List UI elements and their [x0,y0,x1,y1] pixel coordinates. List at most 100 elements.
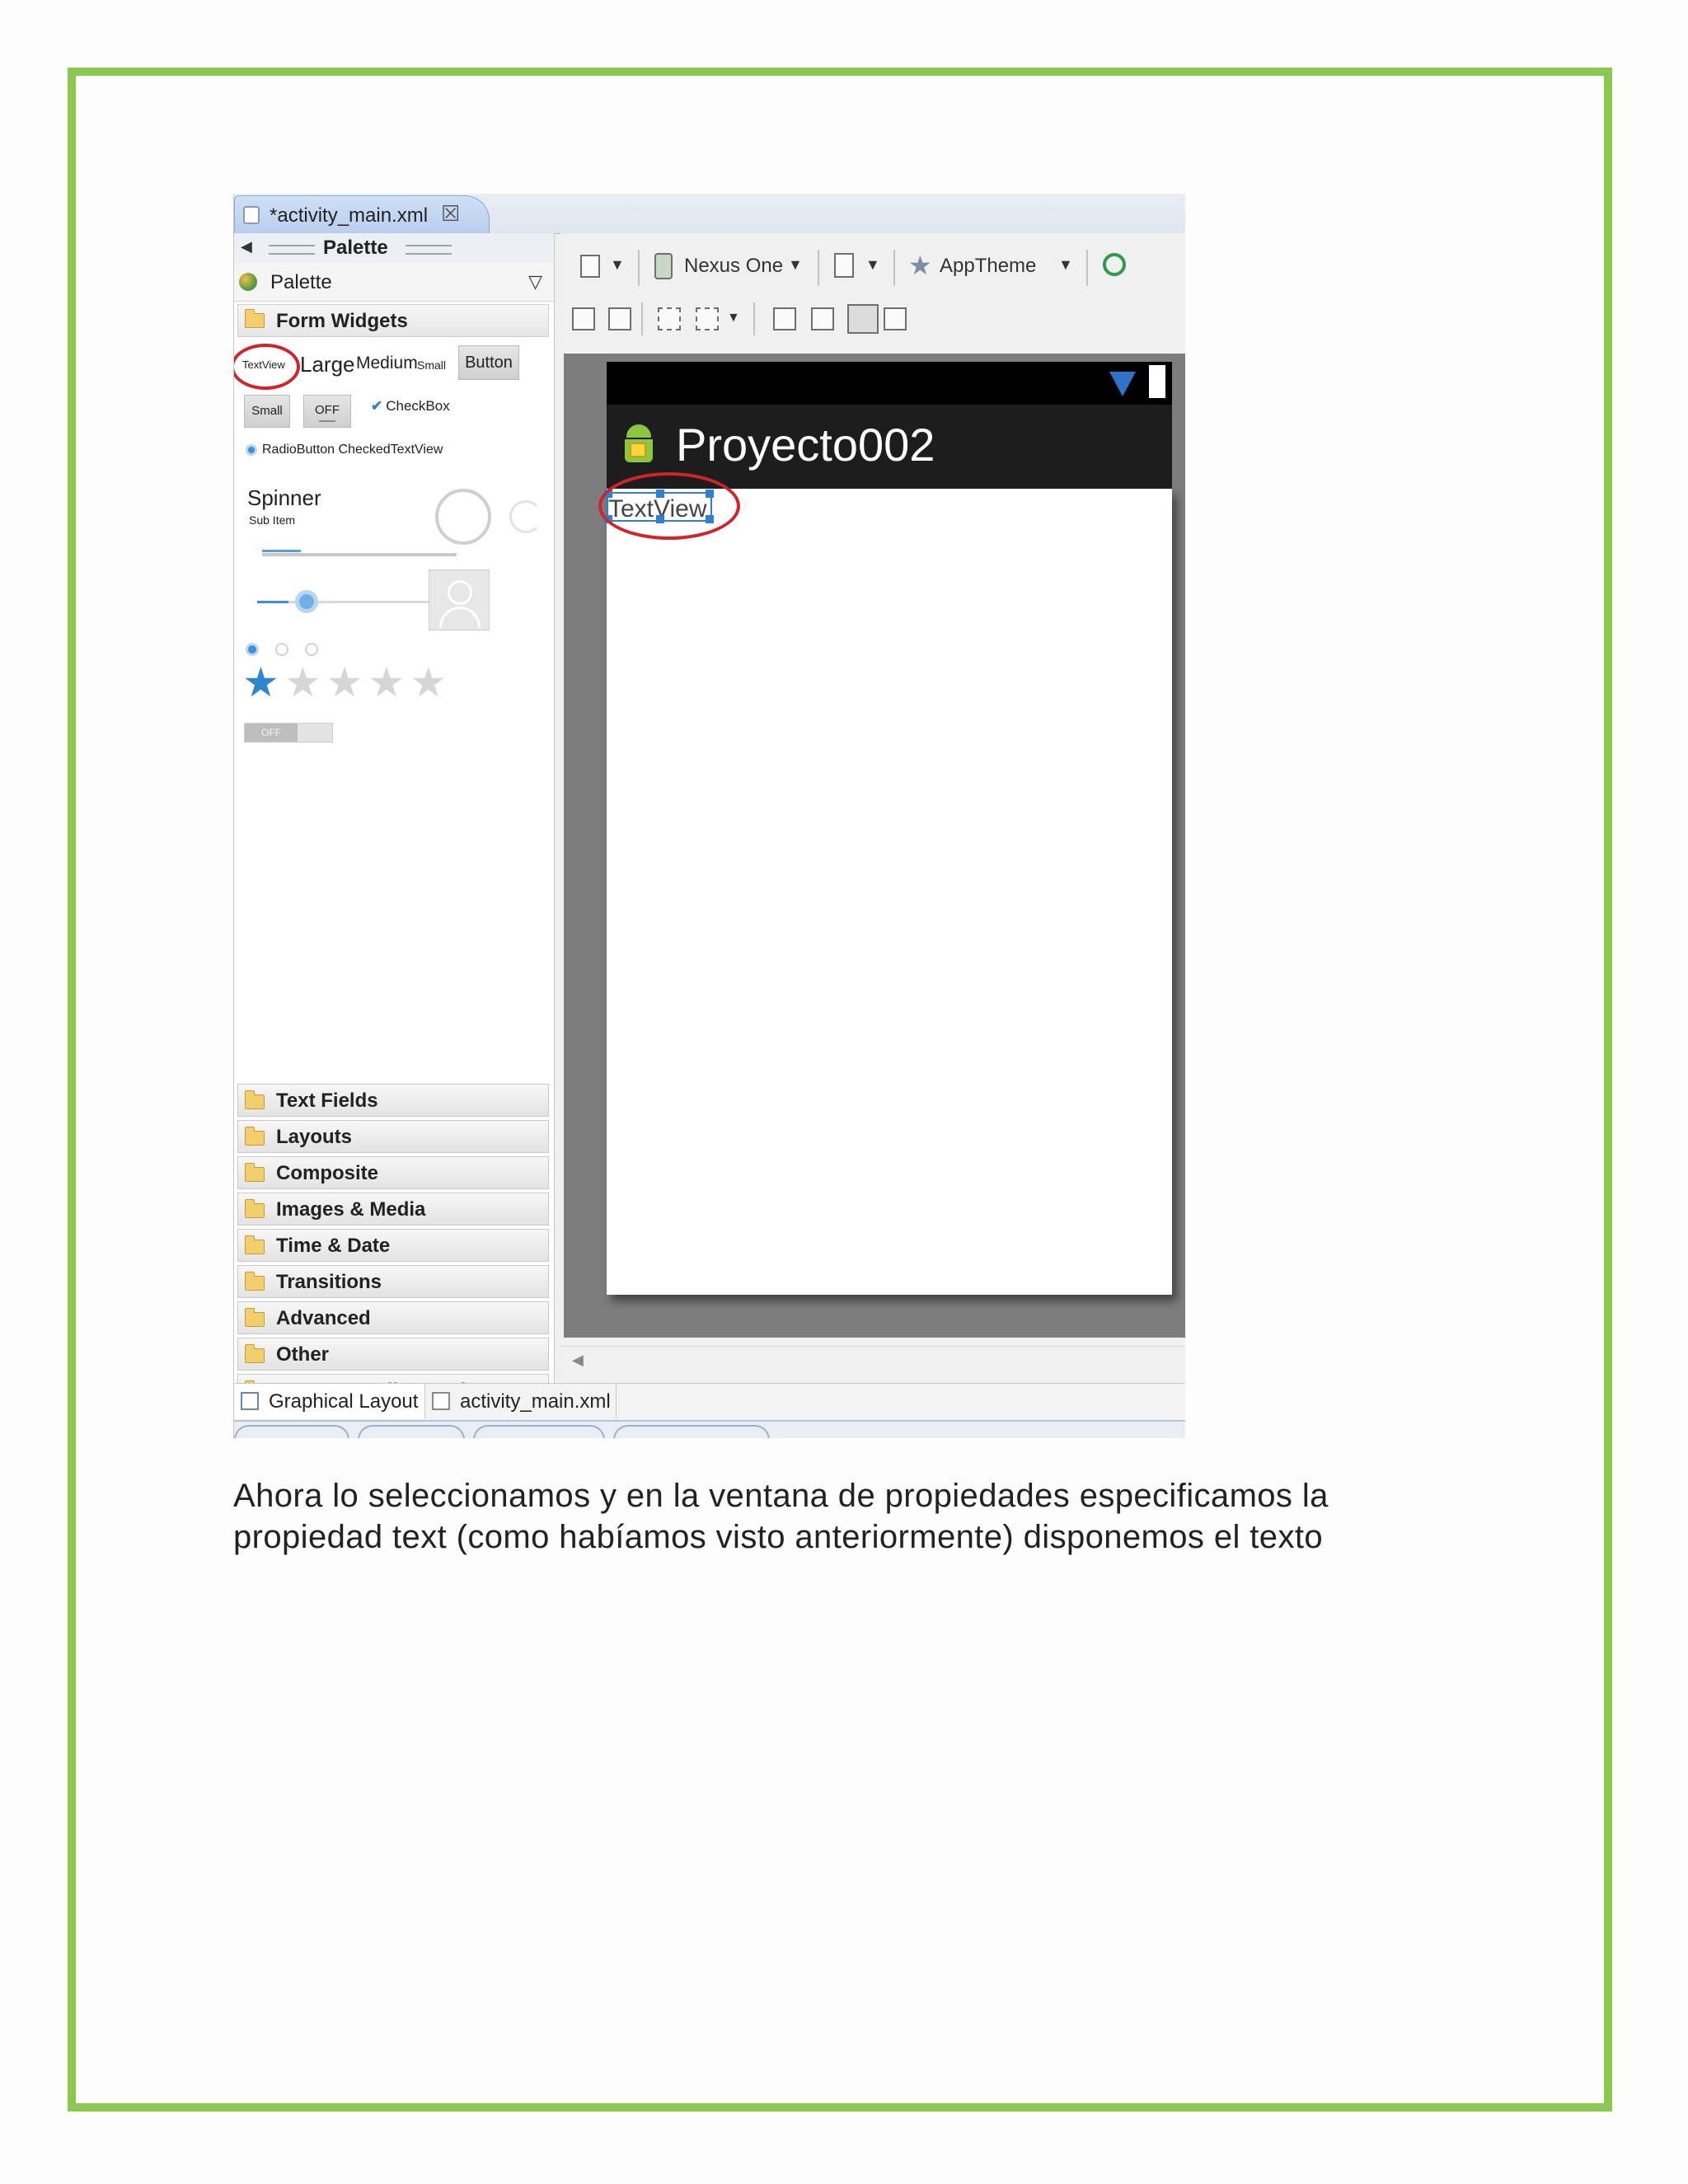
view-tab[interactable] [613,1425,770,1438]
widget-toggle-button[interactable]: OFF [303,395,351,428]
dropdown-icon[interactable]: ▽ [528,271,542,293]
progress-fill [262,550,302,552]
category-item[interactable]: Images & Media [237,1193,549,1226]
widget-spinner[interactable]: Spinner [247,485,321,511]
editor-tab[interactable]: *activity_main.xml ☒ [234,195,490,233]
zoom-fit-icon[interactable] [696,307,719,330]
phone-content[interactable]: TextView [598,472,1172,1295]
zoom-100-icon[interactable] [884,307,907,330]
palette-header-label: Palette [323,237,388,259]
widget-ratingbar[interactable]: ★★★★★ [242,662,452,703]
close-icon[interactable]: ☒ [441,201,460,227]
star-icon[interactable]: ★ [368,659,410,705]
collapse-arrow-icon[interactable]: ◀ [241,238,252,255]
progress-small-icon[interactable] [509,500,542,533]
device-icon [654,253,673,279]
eclipse-screenshot: *activity_main.xml ☒ ◀ Palette Palette ▽… [233,194,1185,1438]
radio-group-dot-icon[interactable] [246,643,259,656]
fill-width-icon[interactable] [572,307,595,330]
grip-icon [269,245,315,255]
radio-group-dot-icon[interactable] [275,643,288,656]
widget-small-button[interactable]: Small [244,395,290,428]
dropdown-arrow-icon[interactable]: ▼ [788,256,803,274]
zoom-out-icon[interactable] [811,307,834,330]
checked-textview-label[interactable]: CheckedTextView [339,443,443,457]
radio-icon [246,443,257,456]
device-selector[interactable]: Nexus One [684,255,783,278]
widget-quickcontactbadge[interactable] [429,569,490,630]
separator [1086,250,1088,286]
widget-switch[interactable]: OFF [244,723,333,743]
category-form-widgets[interactable]: Form Widgets [237,304,549,337]
widget-small-text[interactable]: Small [417,359,446,372]
palette-bar-label: Palette [270,271,332,293]
category-item[interactable]: Transitions [237,1265,549,1298]
separator [638,250,640,286]
zoom-real-size-icon[interactable] [773,307,796,330]
category-item[interactable]: Time & Date [237,1229,549,1262]
tab-label: Graphical Layout [269,1390,419,1413]
view-tab[interactable] [358,1425,465,1438]
tab-graphical-layout[interactable]: Graphical Layout [234,1384,425,1418]
star-icon[interactable]: ★ [410,659,452,705]
zoom-in-icon[interactable] [847,304,879,334]
folder-icon [245,1199,265,1218]
widget-radiobutton[interactable]: RadioButton CheckedTextView [246,443,443,457]
android-icon [618,424,659,467]
star-icon[interactable]: ★ [284,659,326,705]
widget-large-text[interactable]: Large [300,352,355,377]
star-icon[interactable]: ★ [326,659,368,705]
horizontal-scrollbar[interactable]: ◀ [560,1346,1185,1380]
margins-icon[interactable] [658,307,681,330]
widget-checkbox[interactable]: ✔ CheckBox [371,398,450,415]
view-tab[interactable] [234,1425,349,1438]
widget-button[interactable]: Button [458,345,519,380]
dropdown-arrow-icon[interactable]: ▼ [610,256,625,274]
palette-icon [239,273,257,291]
category-label: Form Widgets [276,310,408,332]
star-icon: ★ [908,251,932,280]
paragraph-line: propiedad text (como habíamos visto ante… [233,1519,1324,1555]
radio-group-dot-icon[interactable] [305,643,318,656]
layout-canvas[interactable]: Proyecto002 TextView [564,354,1185,1338]
separator [641,302,643,335]
palette-panel: ◀ Palette Palette ▽ Form Widgets TextVie… [234,233,555,1407]
layout-file-icon[interactable] [580,255,600,278]
palette-menu-bar[interactable]: Palette ▽ [234,263,554,302]
dropdown-arrow-icon[interactable]: ▼ [727,311,740,326]
theme-selector[interactable]: AppTheme [940,255,1036,278]
editor-bottom-tabs: Graphical Layout activity_main.xml [234,1383,1185,1422]
refresh-icon[interactable] [1103,253,1126,276]
folder-open-icon [245,309,265,328]
category-item[interactable]: Text Fields [237,1084,549,1117]
layout-toolbar: ▼ [560,298,1185,339]
category-item[interactable]: Layouts [237,1120,549,1153]
graphical-layout-icon [241,1392,259,1410]
orientation-icon[interactable] [834,253,854,278]
category-label: Layouts [276,1126,353,1148]
folder-icon [245,1235,265,1254]
category-item[interactable]: Other [237,1338,549,1371]
widget-medium-text[interactable]: Medium [356,354,418,373]
switch-label: OFF [245,724,298,742]
dropdown-arrow-icon[interactable]: ▼ [1058,256,1073,274]
widget-progressbar-horizontal[interactable] [262,550,457,556]
layout-file-icon [243,206,260,224]
separator [753,302,755,335]
widget-seekbar[interactable] [257,590,432,613]
scroll-left-icon[interactable]: ◀ [572,1352,584,1369]
view-tab[interactable] [473,1425,605,1438]
category-item[interactable]: Advanced [237,1301,549,1334]
phone-status-bar [607,362,1172,405]
progress-large-icon[interactable] [435,489,491,545]
folder-icon [245,1308,265,1327]
dropdown-arrow-icon[interactable]: ▼ [865,256,880,274]
star-icon[interactable]: ★ [242,659,284,705]
category-label: Images & Media [276,1198,426,1221]
xml-file-icon [432,1392,450,1410]
separator [893,250,895,286]
fill-height-icon[interactable] [608,307,631,330]
seekbar-knob [295,590,319,613]
tab-xml-source[interactable]: activity_main.xml [425,1384,617,1418]
category-item[interactable]: Composite [237,1156,549,1189]
